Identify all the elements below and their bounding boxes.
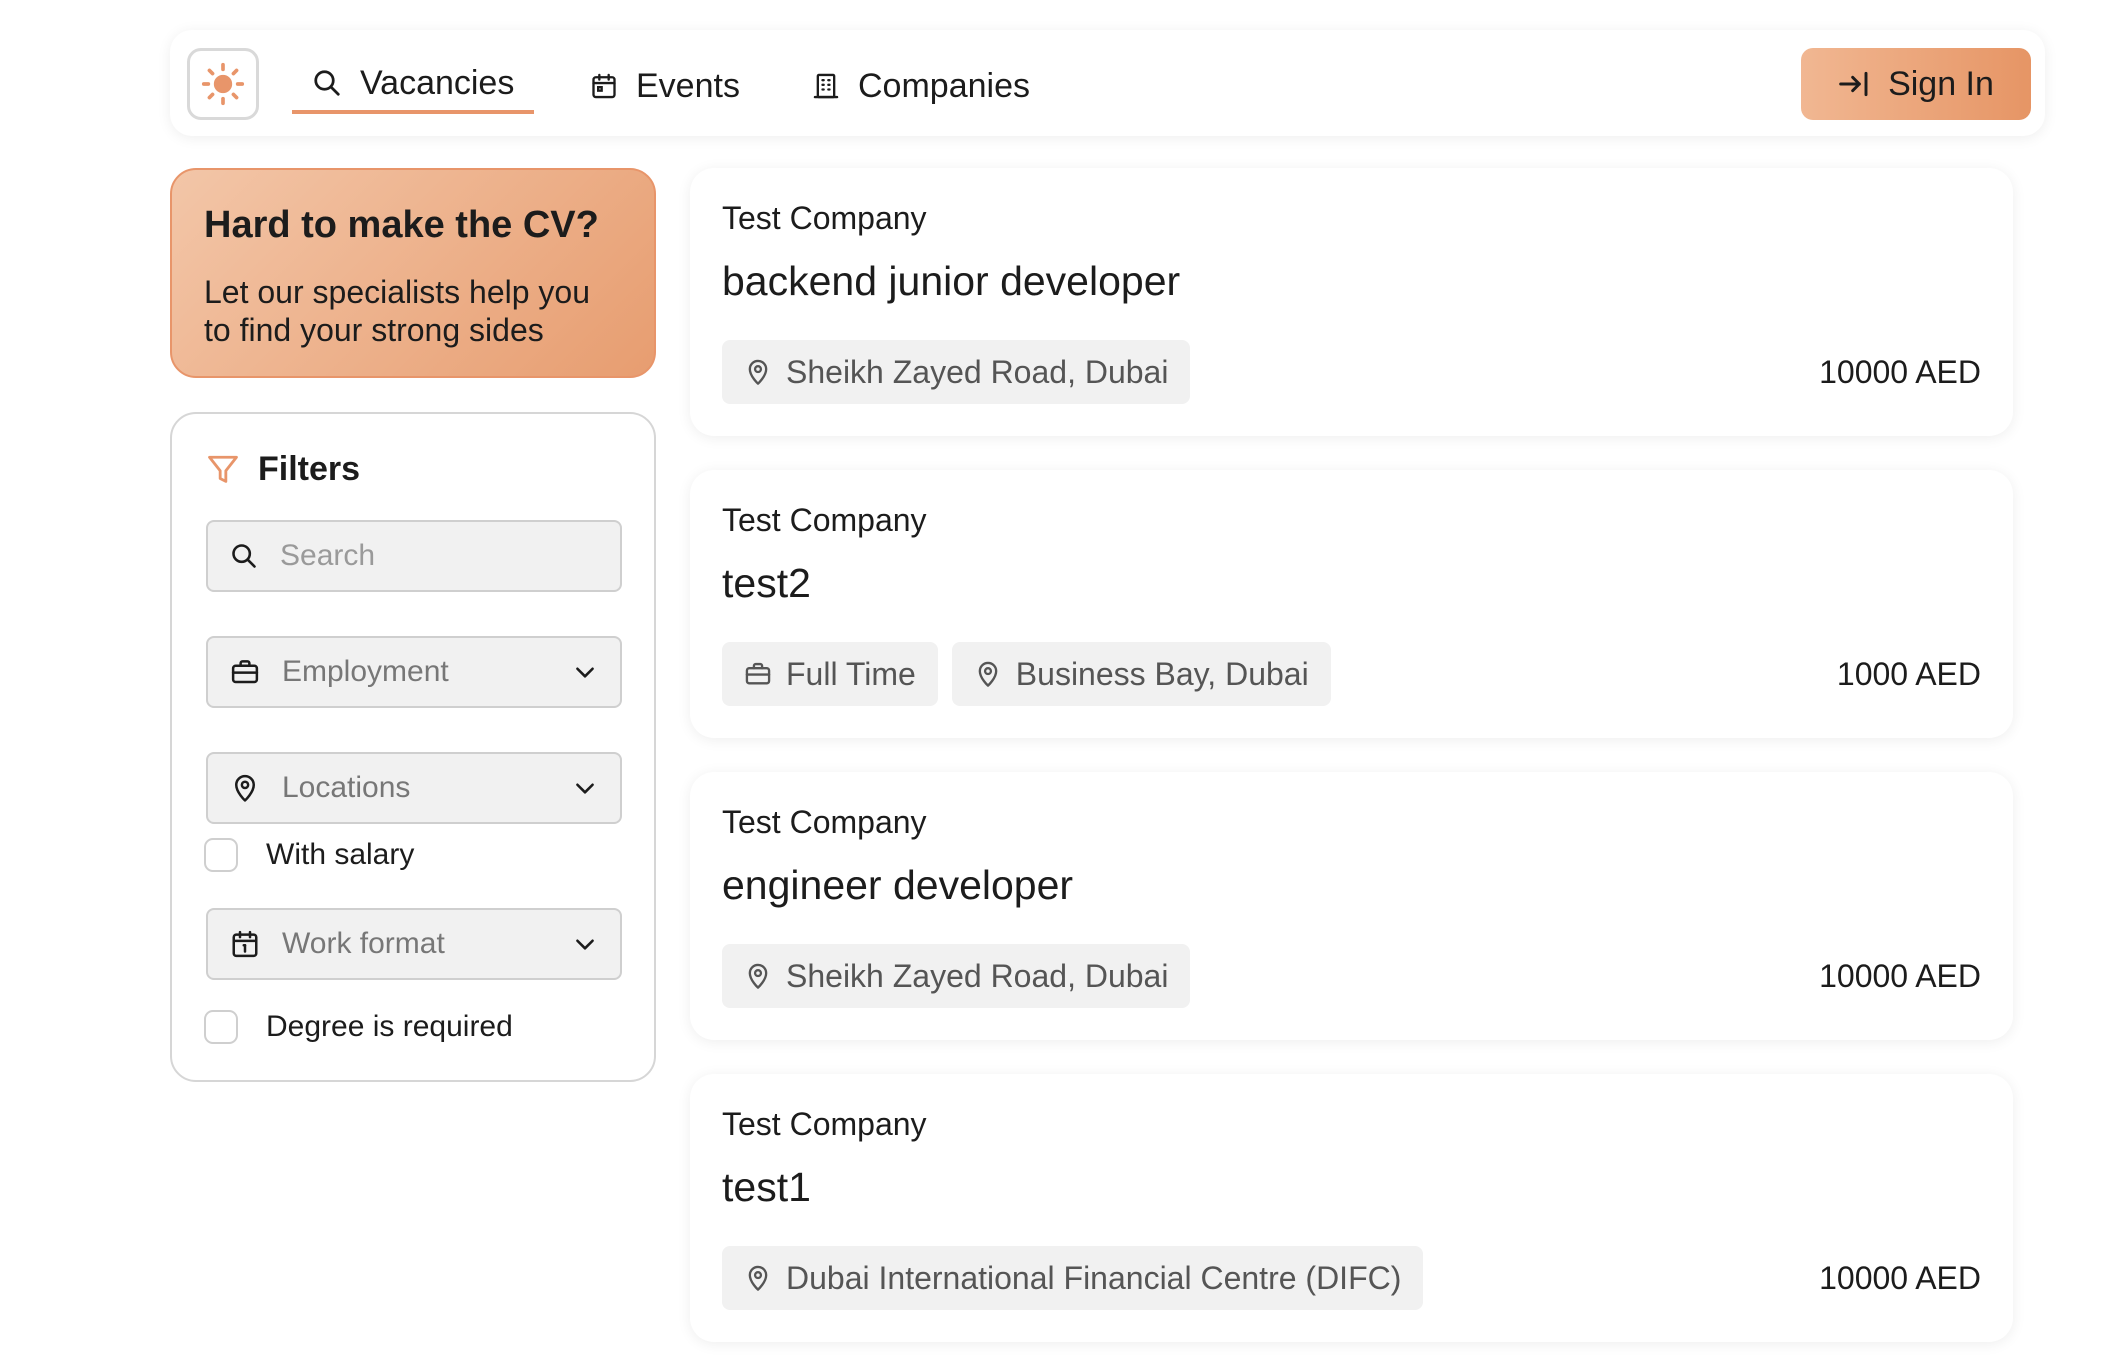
calendar-icon [592, 73, 616, 99]
search-placeholder: Search [280, 539, 376, 572]
chevron-down-icon [576, 783, 594, 794]
company-name: Test Company [722, 502, 927, 538]
tab-label: Companies [858, 66, 1030, 105]
vacancy-title[interactable]: engineer developer [722, 862, 1073, 909]
location-pin-icon [978, 661, 998, 687]
vacancy-card[interactable]: Test Company test1 Dubai International F… [690, 1074, 2013, 1342]
vacancy-title[interactable]: test2 [722, 560, 811, 607]
location-pin-icon [748, 1265, 768, 1291]
vacancy-tags: Sheikh Zayed Road, Dubai [722, 944, 1191, 1008]
tab-companies[interactable]: Companies [812, 58, 1030, 114]
tab-events[interactable]: Events [590, 58, 740, 114]
vacancy-card[interactable]: Test Company backend junior developer Sh… [690, 168, 2013, 436]
location-text: Business Bay, Dubai [1015, 655, 1309, 692]
location-text: Sheikh Zayed Road, Dubai [786, 957, 1169, 994]
filter-icon [208, 455, 238, 483]
locations-label: Locations [282, 771, 411, 804]
location-pin-icon [235, 774, 255, 802]
location-tag: Sheikh Zayed Road, Dubai [722, 340, 1191, 404]
checkbox-box[interactable] [204, 838, 238, 872]
location-text: Sheikh Zayed Road, Dubai [786, 353, 1169, 390]
tab-label: Events [636, 66, 740, 105]
salary: 10000 AED [1819, 1260, 1981, 1296]
work-format-select[interactable]: Work format [206, 908, 622, 980]
vacancy-tags: Dubai International Financial Centre (DI… [722, 1246, 1424, 1310]
salary: 10000 AED [1819, 354, 1981, 390]
logo[interactable] [187, 48, 259, 120]
filters-title: Filters [258, 450, 361, 488]
salary: 1000 AED [1836, 656, 1981, 692]
chevron-down-icon [576, 939, 594, 950]
location-tag: Dubai International Financial Centre (DI… [722, 1246, 1424, 1310]
degree-required-checkbox[interactable]: Degree is required [204, 1010, 513, 1044]
sun-icon [201, 62, 245, 106]
search-input[interactable]: Search [206, 520, 622, 592]
filters-panel: Filters Search Employment Locations With… [170, 412, 656, 1082]
locations-select[interactable]: Locations [206, 752, 622, 824]
briefcase-icon [745, 662, 771, 685]
with-salary-checkbox[interactable]: With salary [204, 838, 414, 872]
vacancy-card[interactable]: Test Company test2 Full Time Business Ba… [690, 470, 2013, 738]
location-tag: Sheikh Zayed Road, Dubai [722, 944, 1191, 1008]
promo-text: Let our specialists help you to find you… [204, 274, 590, 348]
vacancy-tags: Sheikh Zayed Road, Dubai [722, 340, 1191, 404]
company-name: Test Company [722, 200, 927, 236]
tab-vacancies[interactable]: Vacancies [292, 58, 534, 114]
top-navigation-bar: Vacancies Events Companies Sign In [170, 30, 2045, 136]
sign-in-label: Sign In [1888, 64, 1994, 103]
location-tag: Business Bay, Dubai [951, 642, 1331, 706]
filters-heading: Filters [206, 450, 360, 489]
location-pin-icon [748, 359, 768, 385]
degree-label: Degree is required [266, 1010, 513, 1043]
location-pin-icon [748, 963, 768, 989]
work-format-label: Work format [282, 927, 445, 960]
search-icon [232, 544, 256, 568]
employment-text: Full Time [786, 655, 916, 692]
salary: 10000 AED [1819, 958, 1981, 994]
sign-in-button[interactable]: Sign In [1801, 48, 2031, 120]
employment-tag: Full Time [722, 642, 938, 706]
arrow-to-line-icon [1839, 71, 1868, 97]
with-salary-label: With salary [266, 838, 415, 871]
chevron-down-icon [576, 667, 594, 678]
building-icon [813, 73, 839, 99]
vacancy-title[interactable]: backend junior developer [722, 258, 1180, 305]
search-icon [314, 70, 340, 96]
vacancy-card[interactable]: Test Company engineer developer Sheikh Z… [690, 772, 2013, 1040]
checkbox-box[interactable] [204, 1010, 238, 1044]
calendar-icon [232, 930, 258, 958]
employment-label: Employment [282, 655, 449, 688]
tab-label: Vacancies [360, 63, 515, 102]
employment-select[interactable]: Employment [206, 636, 622, 708]
company-name: Test Company [722, 1106, 927, 1142]
location-text: Dubai International Financial Centre (DI… [786, 1259, 1402, 1296]
company-name: Test Company [722, 804, 927, 840]
vacancy-title[interactable]: test1 [722, 1164, 811, 1211]
promo-title: Hard to make the CV? [204, 204, 599, 246]
vacancy-tags: Full Time Business Bay, Dubai [722, 642, 1331, 706]
briefcase-icon [231, 660, 259, 684]
cv-help-banner[interactable]: Hard to make the CV? Let our specialists… [170, 168, 656, 378]
